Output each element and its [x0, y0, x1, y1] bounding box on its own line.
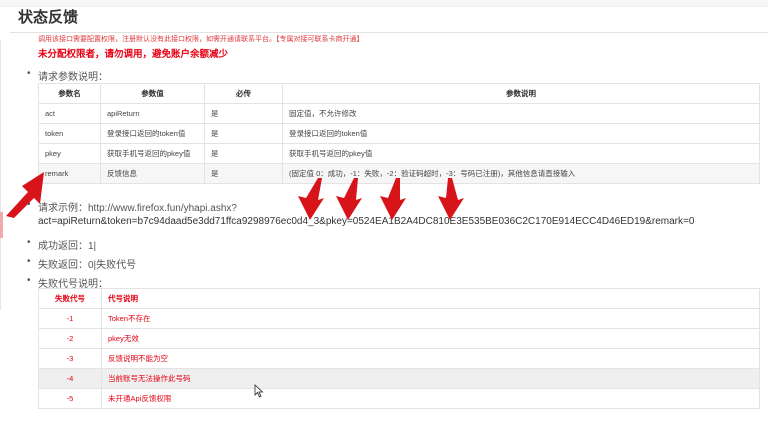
table-cell: -1 — [38, 308, 102, 329]
table-cell: 固定值，不允许修改 — [282, 103, 760, 124]
example-heading: 请求示例：http://www.firefox.fun/yhapi.ashx? — [27, 199, 237, 214]
column-header: 参数值 — [100, 83, 205, 104]
request-params-heading: 请求参数说明： — [27, 68, 108, 83]
table-cell: 当前账号无法操作此号码 — [101, 368, 760, 389]
column-header: 参数说明 — [282, 83, 760, 104]
request-params-table: 参数名 参数值 必传 参数说明 act apiReturn 是 固定值，不允许修… — [38, 83, 760, 184]
column-header: 参数名 — [38, 83, 101, 104]
page-title: 状态反馈 — [18, 9, 79, 26]
red-arrow-icon — [380, 178, 406, 220]
red-arrow-icon — [336, 178, 362, 220]
example-url: act=apiReturn&token=b7c94daad5e3dd71ffca… — [38, 216, 695, 227]
table-cell: 是 — [204, 123, 283, 144]
table-cell: -2 — [38, 328, 102, 349]
red-arrow-icon — [6, 172, 44, 218]
table-cell: Token不存在 — [101, 308, 760, 329]
table-cell: 是 — [204, 103, 283, 124]
top-bar — [0, 0, 768, 7]
table-cell: 是 — [204, 163, 283, 184]
success-return: 成功返回：1| — [27, 237, 96, 252]
balance-warning: 未分配权限者，请勿调用，避免账户余额减少 — [38, 49, 229, 60]
table-cell: -3 — [38, 348, 102, 369]
table-header-row: 失败代号 代号说明 — [38, 288, 760, 309]
table-row: -4 当前账号无法操作此号码 — [38, 368, 760, 389]
table-cell: 反馈信息 — [100, 163, 205, 184]
table-row: -1 Token不存在 — [38, 308, 760, 329]
table-row: pkey 获取手机号返回的pkey值 是 获取手机号返回的pkey值 — [38, 143, 760, 164]
table-header-row: 参数名 参数值 必传 参数说明 — [38, 83, 760, 104]
table-cell: 未开通Api反馈权限 — [101, 388, 760, 409]
red-arrow-icon — [298, 178, 324, 220]
red-arrow-icon — [438, 178, 464, 220]
table-cell: token — [38, 123, 101, 144]
table-cell: apiReturn — [100, 103, 205, 124]
column-header: 代号说明 — [101, 288, 760, 309]
table-cell: remark — [38, 163, 101, 184]
table-cell: 获取手机号返回的pkey值 — [100, 143, 205, 164]
table-cell: 是 — [204, 143, 283, 164]
table-cell: 登录接口返回的token值 — [282, 123, 760, 144]
table-cell: act — [38, 103, 101, 124]
title-divider — [10, 32, 768, 33]
column-header: 必传 — [204, 83, 283, 104]
permission-notice: 调用该接口需要配置权限，注册默认没有此接口权限，如需开通请联系平台。【专属对接可… — [38, 36, 364, 43]
column-header: 失败代号 — [38, 288, 102, 309]
table-cell: -5 — [38, 388, 102, 409]
table-row: -5 未开通Api反馈权限 — [38, 388, 760, 409]
mouse-cursor-icon — [254, 384, 264, 398]
table-cell: 获取手机号返回的pkey值 — [282, 143, 760, 164]
failure-codes-table: 失败代号 代号说明 -1 Token不存在 -2 pkey无效 -3 反馈说明不… — [38, 288, 760, 409]
table-cell: 反馈说明不能为空 — [101, 348, 760, 369]
table-cell: pkey — [38, 143, 101, 164]
table-row: token 登录接口返回的token值 是 登录接口返回的token值 — [38, 123, 760, 144]
table-cell: pkey无效 — [101, 328, 760, 349]
table-row: act apiReturn 是 固定值，不允许修改 — [38, 103, 760, 124]
table-row: -3 反馈说明不能为空 — [38, 348, 760, 369]
table-row: -2 pkey无效 — [38, 328, 760, 349]
table-cell: 登录接口返回的token值 — [100, 123, 205, 144]
table-cell: -4 — [38, 368, 102, 389]
failure-return: 失败返回：0|失败代号 — [27, 256, 136, 271]
left-border — [0, 40, 1, 310]
